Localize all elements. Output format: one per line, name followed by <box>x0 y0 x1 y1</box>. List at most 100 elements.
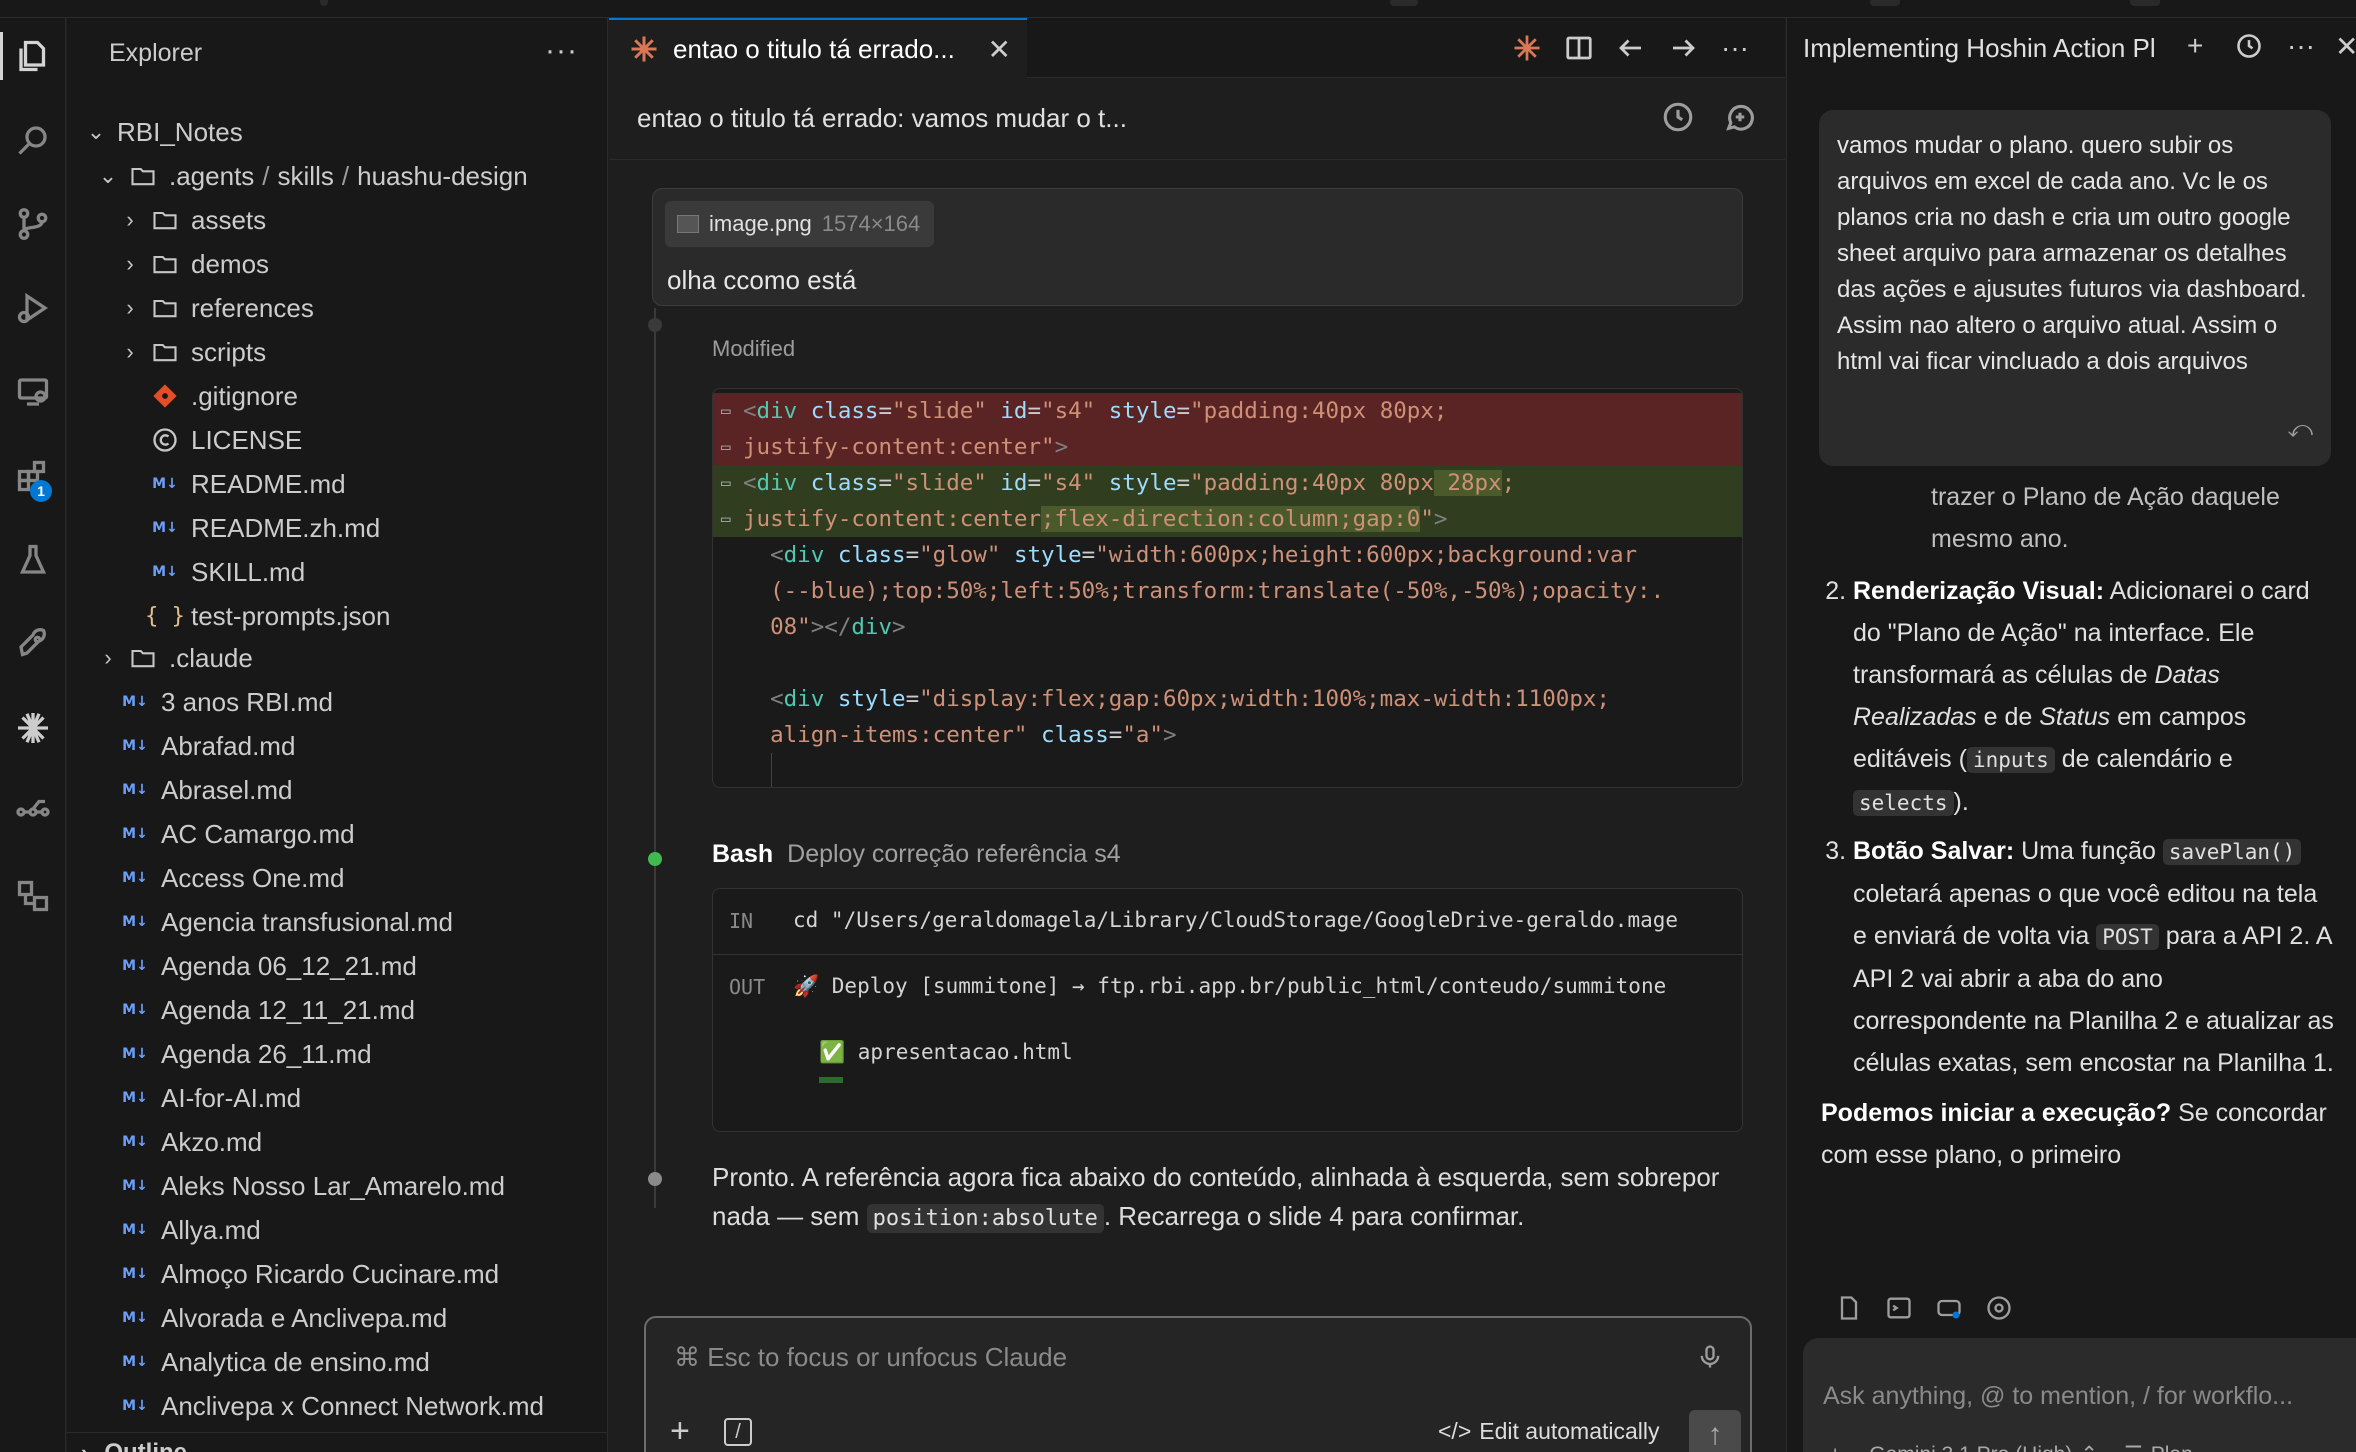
markdown-icon: M↓ <box>122 1134 148 1150</box>
outline-section[interactable]: › Outline <box>67 1432 608 1452</box>
file-item[interactable]: M↓ Aleks Nosso Lar_Amarelo.md <box>67 1164 608 1208</box>
history-icon[interactable] <box>1661 100 1697 136</box>
tree-folder-path[interactable]: ⌄ .agents / skills / huashu-design <box>67 154 608 198</box>
file-item[interactable]: M↓ Agenda 26_11.md <box>67 1032 608 1076</box>
file-item[interactable]: M↓ AC Camargo.md <box>67 812 608 856</box>
file-item-label: 3 anos RBI.md <box>161 686 333 717</box>
tree-item-label: demos <box>191 248 270 279</box>
markdown-icon: M↓ <box>122 1398 148 1414</box>
terminal-icon[interactable] <box>1885 1294 1913 1327</box>
undo-icon[interactable]: ⤺ <box>2287 412 2313 448</box>
drive-icon[interactable] <box>1935 1294 1963 1327</box>
file-item[interactable]: M↓ Agenda 06_12_21.md <box>67 944 608 988</box>
arrow-right-icon[interactable] <box>1665 30 1701 66</box>
file-item[interactable]: M↓ Abrafad.md <box>67 724 608 768</box>
remote-explorer-icon[interactable] <box>0 360 66 424</box>
bash-output-line: ✅ apresentacao.html <box>819 1040 1073 1064</box>
tab-conversation[interactable]: entao o titulo tá errado... ✕ <box>609 18 1027 78</box>
tree-item-label: SKILL.md <box>191 556 306 587</box>
deploy-rocket-icon[interactable] <box>0 612 66 676</box>
file-item[interactable]: M↓ Allya.md <box>67 1208 608 1252</box>
source-control-icon[interactable] <box>0 192 66 256</box>
json-icon: { } <box>145 603 185 629</box>
tree-item-md[interactable]: M↓ README.md <box>67 462 608 506</box>
file-item[interactable]: M↓ Abrasel.md <box>67 768 608 812</box>
tree-item-label: scripts <box>191 336 267 367</box>
path-segment-2: skills <box>277 160 334 191</box>
chevron-right-icon: › <box>81 1439 89 1452</box>
close-icon[interactable]: ✕ <box>988 33 1011 66</box>
file-item[interactable]: M↓ AI-for-AI.md <box>67 1076 608 1120</box>
file-item[interactable]: M↓ Almoço Ricardo Cucinare.md <box>67 1252 608 1296</box>
tree-item-license[interactable]: LICENSE <box>67 418 608 462</box>
tree-item-folder[interactable]: › demos <box>67 242 608 286</box>
agent-panel-header: Implementing Hoshin Action Pl + ··· ✕ <box>1787 18 2356 78</box>
plus-icon[interactable]: + <box>1829 1443 1841 1452</box>
tool-description: Deploy correção referência s4 <box>787 840 1121 868</box>
add-attachment-button[interactable]: + <box>670 1412 690 1451</box>
microphone-icon[interactable] <box>1696 1342 1724 1377</box>
mode-selector[interactable]: Plan <box>2151 1443 2193 1452</box>
close-icon[interactable]: ✕ <box>2335 30 2356 63</box>
slash-command-button[interactable]: / <box>724 1418 752 1446</box>
diff-line-context: 08"></div> <box>743 614 906 640</box>
file-item[interactable]: M↓ Analytica de ensino.md <box>67 1340 608 1384</box>
plus-icon[interactable]: + <box>2187 30 2203 62</box>
tree-item-md[interactable]: M↓ README.zh.md <box>67 506 608 550</box>
extensions-icon[interactable]: 1 <box>0 444 66 508</box>
tree-root[interactable]: ⌄ RBI_Notes <box>67 110 608 154</box>
testing-icon[interactable] <box>0 528 66 592</box>
file-item-label: AI-for-AI.md <box>161 1082 302 1113</box>
tree-item-json[interactable]: { } test-prompts.json <box>67 594 608 638</box>
tree-item-folder[interactable]: › scripts <box>67 330 608 374</box>
file-item[interactable]: M↓ Agenda 12_11_21.md <box>67 988 608 1032</box>
image-attachment-chip[interactable]: image.png 1574×164 <box>665 201 935 247</box>
bash-tool-header[interactable]: Bash Deploy correção referência s4 <box>712 840 1121 869</box>
attachment-dims: 1574×164 <box>821 211 921 236</box>
file-item[interactable]: M↓ Akzo.md <box>67 1120 608 1164</box>
model-selector[interactable]: Gemini 3.1 Pro (High) <box>1869 1443 2072 1452</box>
file-item-label: Aleks Nosso Lar_Amarelo.md <box>161 1170 505 1201</box>
split-editor-icon[interactable] <box>1561 30 1597 66</box>
more-icon[interactable]: ··· <box>2287 30 2315 62</box>
search-icon[interactable] <box>0 108 66 172</box>
send-button[interactable]: ↑ <box>1689 1410 1741 1452</box>
tree-item-git[interactable]: .gitignore <box>67 374 608 418</box>
inline-code: selects <box>1853 790 1954 816</box>
file-item[interactable]: M↓ Alvorada e Anclivepa.md <box>67 1296 608 1340</box>
agent-chat-input[interactable]: Ask anything, @ to mention, / for workfl… <box>1803 1338 2356 1452</box>
file-item-label: Abrafad.md <box>161 730 296 761</box>
run-debug-icon[interactable] <box>0 276 66 340</box>
markdown-icon: M↓ <box>122 1178 148 1194</box>
file-item[interactable]: M↓ Access One.md <box>67 856 608 900</box>
claude-spark-icon[interactable] <box>1509 30 1545 66</box>
git-graph-icon[interactable] <box>0 780 66 844</box>
file-item-label: Analytica de ensino.md <box>161 1346 430 1377</box>
file-item[interactable]: M↓ Agencia transfusional.md <box>67 900 608 944</box>
explorer-more-button[interactable]: ··· <box>545 34 578 68</box>
diff-gutter-marker: ▭ <box>721 509 731 528</box>
edit-mode-selector[interactable]: </> Edit automatically <box>1438 1418 1660 1445</box>
history-icon[interactable] <box>2235 32 2263 67</box>
new-chat-icon[interactable] <box>1723 100 1759 136</box>
tree-item-folder[interactable]: › references <box>67 286 608 330</box>
arrow-left-icon[interactable] <box>1613 30 1649 66</box>
explorer-icon[interactable] <box>0 24 66 88</box>
chevron-right-icon: › <box>126 295 134 320</box>
tree-folder-claude[interactable]: › .claude <box>67 636 608 680</box>
claude-icon[interactable] <box>0 696 66 760</box>
tree-item-folder[interactable]: › assets <box>67 198 608 242</box>
inline-code: position:absolute <box>866 1204 1104 1233</box>
file-item[interactable]: M↓ 3 anos RBI.md <box>67 680 608 724</box>
browser-icon[interactable] <box>1985 1294 2013 1327</box>
diff-line-context: (--blue);top:50%;left:50%;transform:tran… <box>743 578 1665 604</box>
file-icon[interactable] <box>1835 1294 1863 1327</box>
markdown-icon: M↓ <box>122 1046 148 1062</box>
remote-containers-icon[interactable] <box>0 864 66 928</box>
file-item[interactable]: M↓ Anclivepa x Connect Network.md <box>67 1384 608 1428</box>
tree-item-label: assets <box>191 204 267 235</box>
chat-input-box[interactable]: ⌘ Esc to focus or unfocus Claude + / </>… <box>644 1316 1752 1452</box>
more-icon[interactable]: ··· <box>1717 30 1753 66</box>
tree-item-md[interactable]: M↓ SKILL.md <box>67 550 608 594</box>
tab-bar: entao o titulo tá errado... ✕ ··· <box>609 18 1785 78</box>
